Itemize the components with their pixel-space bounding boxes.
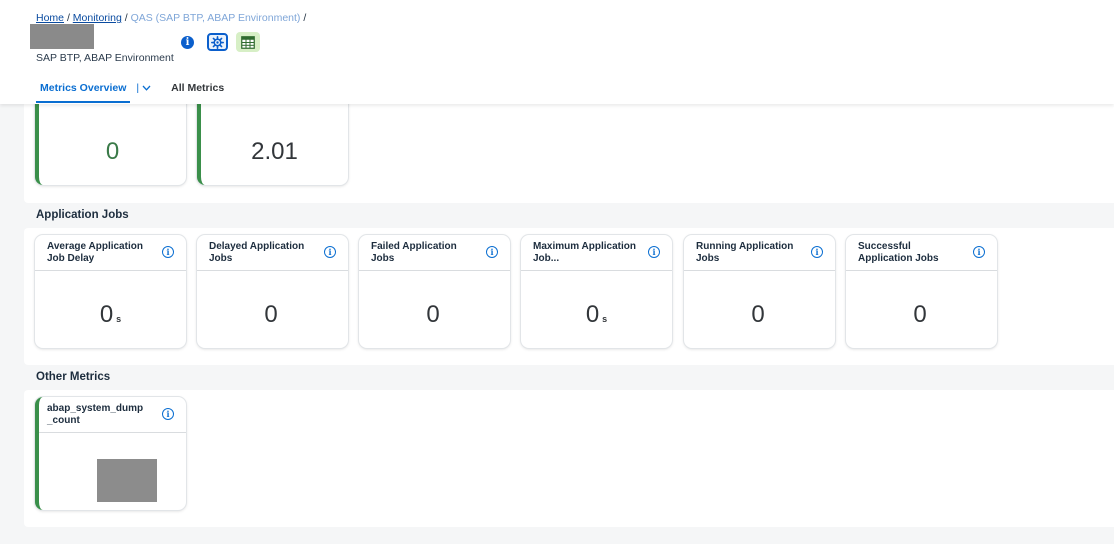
settings-icon[interactable] (207, 33, 228, 51)
info-icon[interactable]: i (181, 36, 194, 49)
tile-title: abap_system_dump _count (47, 403, 144, 426)
tile-header: Average Application Job Delay i (35, 235, 186, 271)
tile-header: Failed Application Jobs i (359, 235, 510, 271)
page-title-redacted (30, 24, 94, 49)
breadcrumb-system-link[interactable]: QAS (SAP BTP, ABAP Environment) (131, 12, 301, 24)
metric-value: 0 (105, 138, 120, 165)
tab-metrics-overview[interactable]: Metrics Overview (36, 82, 131, 103)
tile-header: Delayed Application Jobs i (197, 235, 348, 271)
metric-tile-abap-system-dump-count[interactable]: abap_system_dump _count i (35, 397, 186, 510)
metric-value: 0 (426, 301, 440, 328)
breadcrumb-separator: / (303, 12, 307, 24)
metric-value: 2.01 (251, 138, 298, 165)
tile-title: Failed Application Jobs (371, 241, 457, 264)
tile-header: Successful Application Jobs i (846, 235, 997, 271)
metric-tile-running-application-jobs[interactable]: Running Application Jobs i 0 (684, 235, 835, 348)
metric-value: 0 (913, 301, 927, 328)
tile-title: Delayed Application Jobs (209, 241, 305, 264)
breadcrumb-home-link[interactable]: Home (36, 12, 64, 24)
info-icon[interactable]: i (973, 246, 985, 258)
breadcrumb-monitoring-link[interactable]: Monitoring (73, 12, 122, 24)
tab-all-metrics[interactable]: All Metrics (171, 82, 224, 94)
info-icon[interactable]: i (162, 408, 174, 420)
tab-separator: | (136, 82, 140, 94)
page-header: Home / Monitoring / QAS (SAP BTP, ABAP E… (0, 0, 1114, 104)
metric-tile-delayed-application-jobs[interactable]: Delayed Application Jobs i 0 (197, 235, 348, 348)
info-icon[interactable]: i (324, 246, 336, 258)
metric-tile-maximum-application-job-delay[interactable]: Maximum Application Job... i 0s (521, 235, 672, 348)
other-metrics-panel (24, 390, 1114, 527)
tab-bar: Metrics Overview | All Metrics (36, 82, 224, 103)
metric-value: 0 (751, 301, 765, 328)
tile-title: Running Application Jobs (696, 241, 794, 264)
metric-value: 0 (264, 301, 278, 328)
tile-title: Maximum Application Job... (533, 241, 636, 264)
spreadsheet-icon[interactable] (236, 32, 260, 52)
chevron-down-icon[interactable] (142, 83, 151, 93)
breadcrumb: Home / Monitoring / QAS (SAP BTP, ABAP E… (36, 12, 306, 24)
tile-header: Running Application Jobs i (684, 235, 835, 271)
metric-tile-failed-application-jobs[interactable]: Failed Application Jobs i 0 (359, 235, 510, 348)
section-title-other-metrics: Other Metrics (36, 371, 111, 383)
redacted-chart-placeholder (97, 459, 157, 502)
metric-value: 0s (585, 301, 608, 328)
metric-value: 0s (99, 301, 122, 328)
info-icon[interactable]: i (486, 246, 498, 258)
tile-header: Maximum Application Job... i (521, 235, 672, 271)
metric-tile-successful-application-jobs[interactable]: Successful Application Jobs i 0 (846, 235, 997, 348)
info-icon[interactable]: i (648, 246, 660, 258)
info-icon[interactable]: i (162, 246, 174, 258)
info-icon[interactable]: i (811, 246, 823, 258)
tile-title: Average Application Job Delay (47, 241, 143, 264)
page-subtitle: SAP BTP, ABAP Environment (36, 52, 174, 64)
section-title-application-jobs: Application Jobs (36, 209, 129, 221)
tile-title: Successful Application Jobs (858, 241, 939, 264)
metric-tile-average-application-job-delay[interactable]: Average Application Job Delay i 0s (35, 235, 186, 348)
tile-header: abap_system_dump _count i (39, 397, 186, 433)
metrics-panel-top (24, 90, 1114, 203)
